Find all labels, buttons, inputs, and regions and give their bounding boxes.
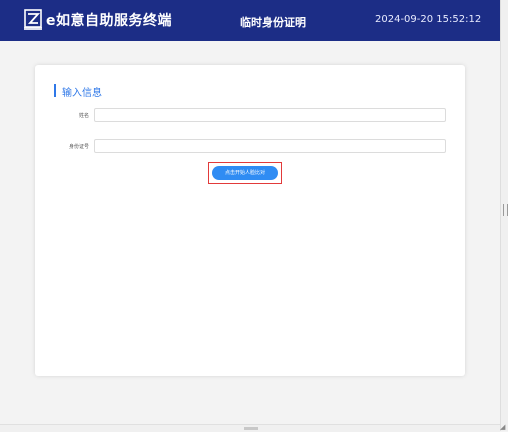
scrollbar-grip-horizontal[interactable] — [244, 427, 258, 430]
resize-corner-icon[interactable]: ◢ — [500, 424, 508, 431]
name-input[interactable] — [94, 108, 446, 122]
app-header: e如意自助服务终端 临时身份证明 2024-09-20 15:52:12 — [0, 0, 500, 41]
name-label: 姓名 — [78, 113, 89, 119]
section-title: 输入信息 — [62, 88, 102, 99]
app-logo-icon — [24, 9, 42, 30]
input-card: 输入信息 姓名 身份证号 点击开始人脸比对 — [35, 65, 465, 376]
id-number-input[interactable] — [94, 139, 446, 153]
start-button-highlight: 点击开始人脸比对 — [208, 162, 282, 184]
id-number-label: 身份证号 — [68, 144, 89, 150]
page-title: 临时身份证明 — [240, 16, 306, 29]
app-title: e如意自助服务终端 — [46, 13, 172, 29]
vertical-scrollbar[interactable] — [500, 0, 508, 431]
scrollbar-grip[interactable] — [503, 204, 508, 216]
datetime-display: 2024-09-20 15:52:12 — [375, 14, 482, 25]
start-face-compare-button[interactable]: 点击开始人脸比对 — [212, 166, 278, 180]
section-accent-bar — [54, 84, 56, 97]
